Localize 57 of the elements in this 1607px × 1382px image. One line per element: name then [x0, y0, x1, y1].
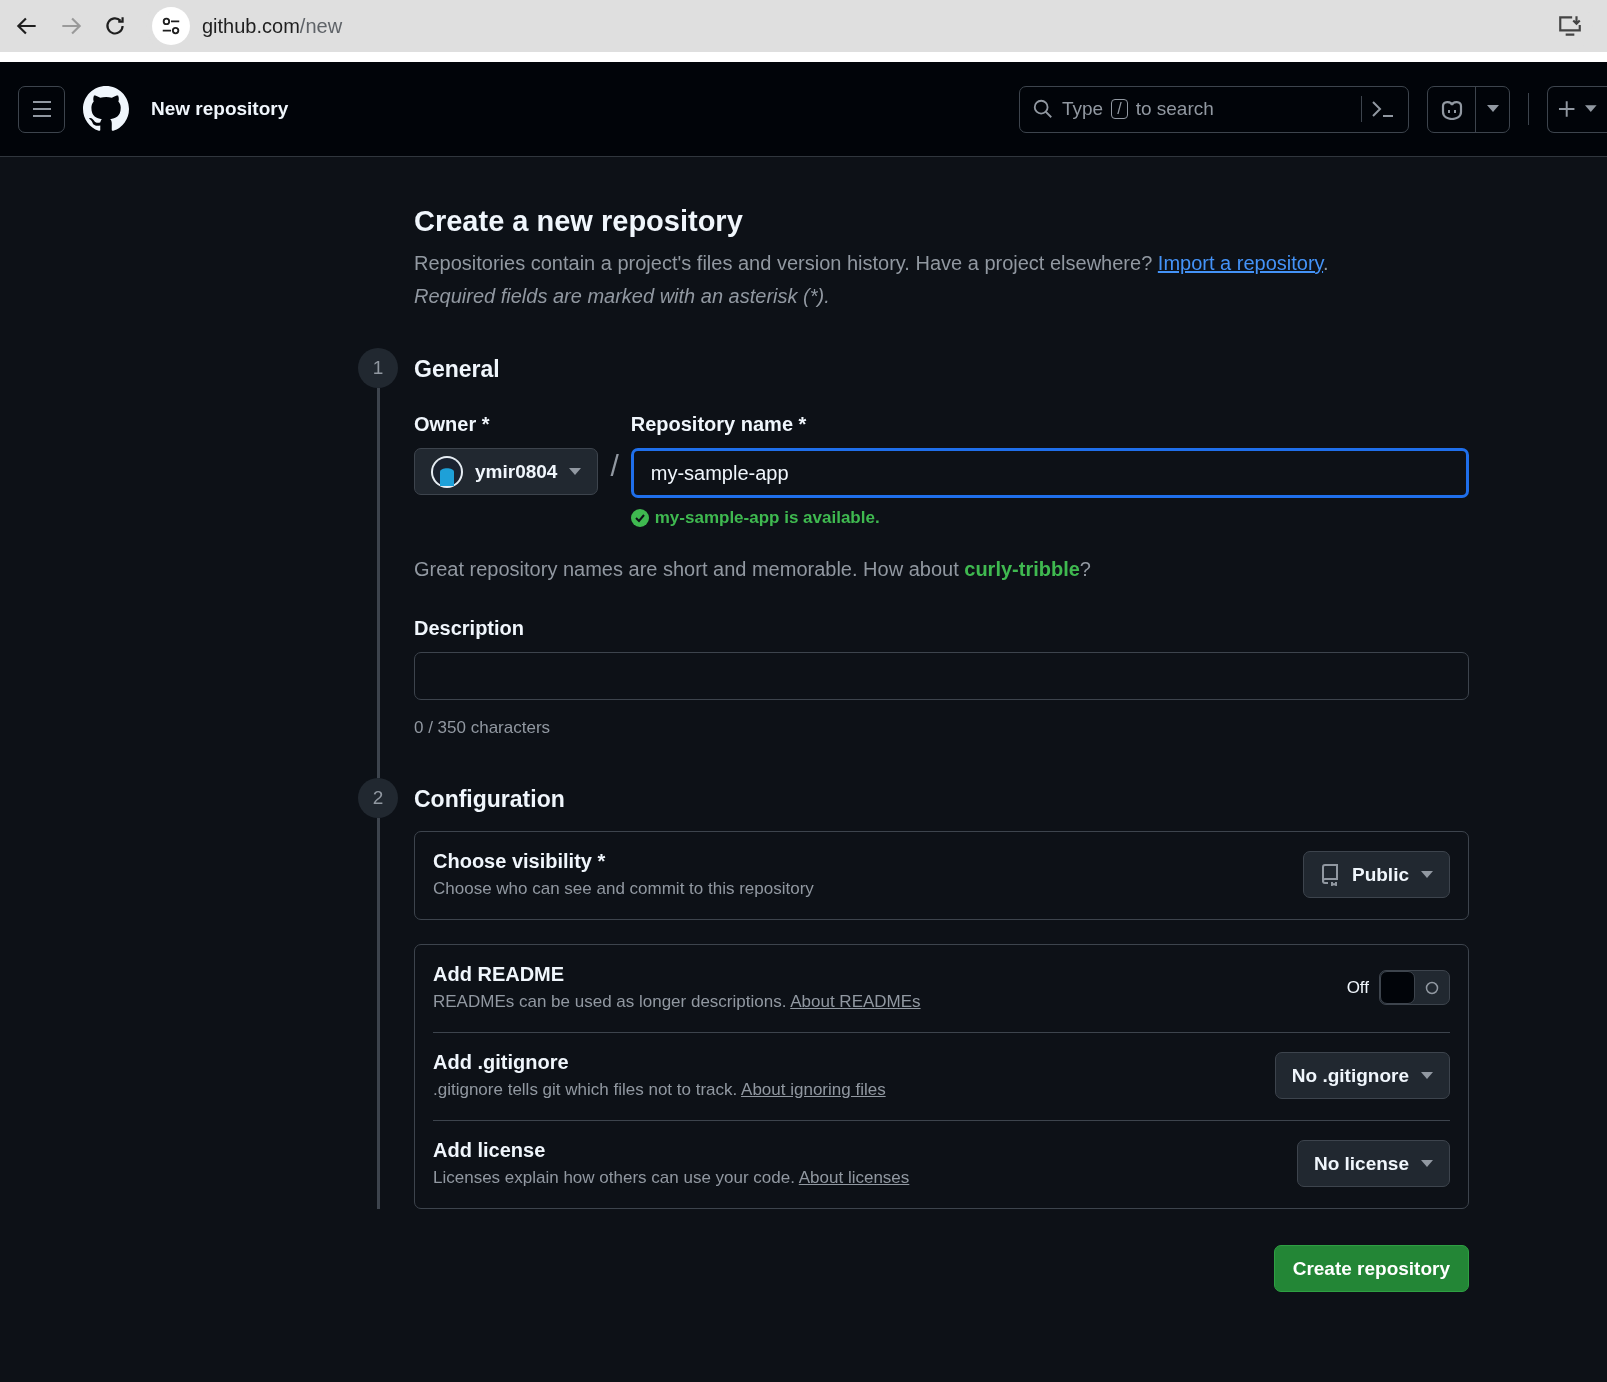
url-text: github.com/new [202, 14, 343, 38]
option-hint: .gitignore tells git which files not to track. About ignoring files [433, 1080, 886, 1100]
help-link[interactable]: About READMEs [790, 992, 921, 1011]
terminal-icon[interactable] [1370, 98, 1396, 120]
option-title: Add license [433, 1139, 547, 1162]
create-repository-button[interactable]: Create repository [1273, 1245, 1469, 1292]
caret-icon [1585, 105, 1597, 113]
option-title: Add README [433, 963, 566, 986]
menu-button[interactable] [18, 85, 65, 133]
plus-icon [1558, 100, 1576, 118]
toggle-state-icon [1425, 981, 1439, 995]
section-title: General [414, 356, 501, 383]
availability-message: my-sample-app is available. [630, 508, 1469, 528]
install-icon[interactable] [1557, 13, 1583, 39]
readme-toggle[interactable] [1379, 970, 1450, 1005]
description-field[interactable] [414, 652, 1469, 700]
import-link[interactable]: Import a repository [1157, 252, 1324, 274]
heading: Create a new repository [414, 205, 744, 238]
toggle-state: Off [1346, 977, 1369, 998]
menu-icon [30, 100, 53, 118]
logo-icon[interactable] [83, 86, 129, 132]
intro-text: Repositories contain a project's files and version history. Have a project elsewhere? Import a repository. [414, 252, 1330, 275]
caret-icon [1486, 105, 1499, 113]
option-title: Add .gitignore [433, 1051, 570, 1074]
caret-icon [1421, 1071, 1433, 1080]
template-select[interactable]: No license [1296, 1140, 1450, 1187]
repository-name-field[interactable]: my-sample-app [630, 448, 1469, 498]
site-settings-icon[interactable] [152, 7, 190, 45]
step-number: 2 [358, 778, 398, 818]
option-hint: READMEs can be used as longer descriptions. About READMEs [433, 992, 921, 1012]
field-label: Owner * [414, 413, 491, 436]
create-new-button[interactable] [1547, 85, 1607, 133]
character-counter: 0 / 350 characters [414, 718, 552, 738]
field-label: Description [414, 617, 526, 640]
owner-select[interactable]: ymir0804 [414, 448, 599, 495]
caret-icon [1421, 1159, 1433, 1168]
check-circle-icon [630, 509, 649, 527]
help-link[interactable]: About licenses [798, 1168, 910, 1187]
search-icon [1032, 98, 1054, 120]
field-label: Repository name * [630, 413, 808, 436]
page-title: New repository [151, 98, 289, 120]
search-field[interactable]: Type / to search [1019, 85, 1409, 133]
avatar [431, 455, 463, 488]
required-note: Required fields are marked with an asterisk (*). [414, 285, 831, 308]
caret-icon [1421, 870, 1433, 879]
option-hint: Licenses explain how others can use your code. About licenses [433, 1168, 910, 1188]
separator-slash: / [610, 449, 619, 483]
visibility-select[interactable]: Public [1303, 851, 1450, 898]
option-hint: Choose who can see and commit to this repository [433, 879, 814, 899]
option-title: Choose visibility * [433, 850, 607, 873]
help-link[interactable]: About ignoring files [741, 1080, 886, 1099]
repo-icon [1320, 863, 1340, 886]
caret-icon [569, 467, 582, 476]
template-select[interactable]: No .gitignore [1274, 1052, 1450, 1099]
step-number: 1 [358, 348, 398, 388]
section-title: Configuration [414, 786, 566, 813]
name-suggestion: Great repository names are short and memorable. How about curly-tribble? [414, 558, 1092, 581]
